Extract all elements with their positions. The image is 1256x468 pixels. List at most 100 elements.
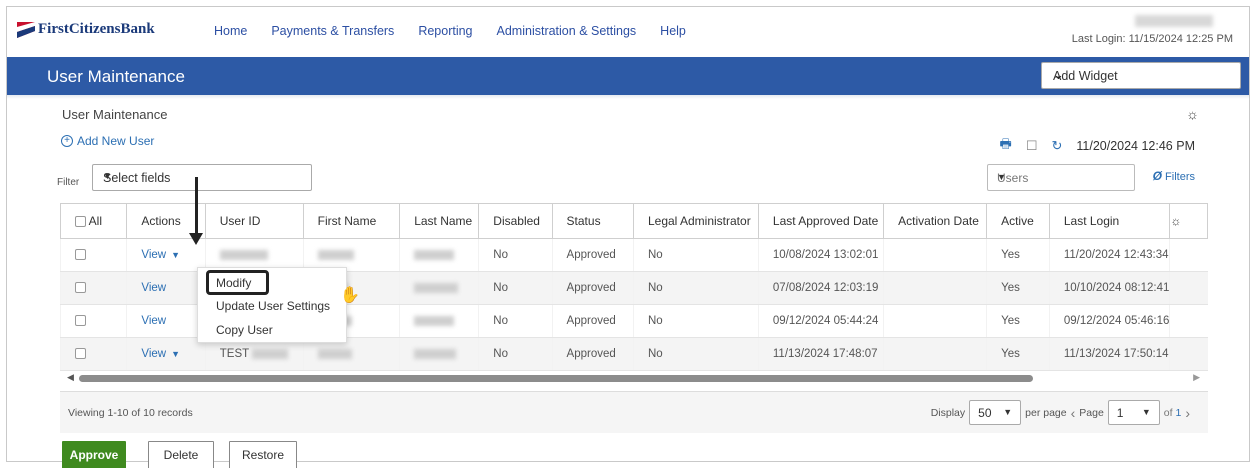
legal-admin-cell: No <box>632 304 759 338</box>
column-settings-gear-icon[interactable]: ☼ <box>1169 203 1208 239</box>
col-active[interactable]: Active <box>986 203 1050 239</box>
actions-caret-icon[interactable]: ▼ <box>171 349 180 359</box>
view-link[interactable]: View <box>141 249 166 261</box>
of-prefix: of <box>1163 406 1173 419</box>
row-checkbox-cell <box>59 271 127 305</box>
logo-text: FirstCitizensBank <box>38 21 155 37</box>
settings-gear-icon[interactable]: ☼ <box>1186 106 1199 122</box>
page-value: 1 <box>1116 406 1124 420</box>
nav-help[interactable]: Help <box>660 24 686 38</box>
table-header-row: All Actions User ID First Name Last Name… <box>59 203 1208 239</box>
status-cell: Approved <box>551 337 634 371</box>
print-icon[interactable]: 🖶 <box>1000 135 1012 157</box>
add-new-user-link[interactable]: + Add New User <box>61 134 154 148</box>
nav-reporting[interactable]: Reporting <box>418 24 472 38</box>
row-checkbox[interactable] <box>75 249 86 261</box>
prev-page-icon[interactable]: ‹ <box>1071 405 1076 421</box>
delete-button[interactable]: Delete <box>148 441 214 468</box>
row-checkbox[interactable] <box>75 282 86 294</box>
toolbar: 🖶 ☐ ↻ 11/20/2024 12:46 PM <box>1000 135 1195 157</box>
add-widget-select[interactable]: Add Widget ⌄ <box>1041 62 1241 89</box>
last-login-cell: 11/20/2024 12:43:34 <box>1048 238 1170 272</box>
refresh-icon[interactable]: ↻ <box>1051 138 1062 154</box>
status-cell: Approved <box>551 271 634 305</box>
chevron-down-icon: ▼ <box>1003 407 1013 417</box>
actions-cell: View <box>126 304 206 338</box>
nav-payments-transfers[interactable]: Payments & Transfers <box>271 24 394 38</box>
legal-admin-cell: No <box>632 238 759 272</box>
scroll-left-arrow-icon[interactable]: ◀ <box>67 372 74 383</box>
app-frame: FirstCitizensBank Home Payments & Transf… <box>6 6 1250 468</box>
disabled-cell: No <box>478 271 553 305</box>
actions-cell: View <box>126 271 206 305</box>
col-last-approved-date[interactable]: Last Approved Date <box>757 203 885 239</box>
filter-fields-select[interactable]: Select fields ▼ <box>92 164 312 191</box>
of-total: 1 <box>1175 406 1182 419</box>
legal-admin-cell: No <box>632 337 759 371</box>
view-link[interactable]: View <box>141 348 166 360</box>
page-header-band: User Maintenance Add Widget ⌄ <box>7 57 1249 95</box>
top-bar: FirstCitizensBank Home Payments & Transf… <box>7 7 1249 57</box>
row-checkbox-cell <box>59 304 127 338</box>
redacted-user-id <box>219 249 268 260</box>
view-link[interactable]: View <box>141 315 166 327</box>
menu-item-copy-user[interactable]: Copy User <box>216 323 273 337</box>
row-checkbox[interactable] <box>75 348 86 360</box>
last-login-cell: 10/10/2024 08:12:41 <box>1048 271 1170 305</box>
col-last-login[interactable]: Last Login <box>1048 203 1171 239</box>
actions-caret-icon[interactable]: ▼ <box>171 250 180 260</box>
annotation-arrow-line <box>195 177 198 235</box>
approve-button[interactable]: Approve <box>62 441 126 468</box>
export-icon[interactable]: ☐ <box>1026 138 1038 154</box>
view-link[interactable]: View <box>141 282 166 294</box>
records-count: Viewing 1-10 of 10 records <box>68 407 193 419</box>
nav-administration-settings[interactable]: Administration & Settings <box>497 24 637 38</box>
last-name-cell <box>399 238 479 272</box>
row-checkbox-cell <box>59 238 127 272</box>
status-cell: Approved <box>551 238 634 272</box>
last-name-cell <box>399 304 479 338</box>
disabled-cell: No <box>478 304 553 338</box>
scroll-right-arrow-icon[interactable]: ▶ <box>1193 372 1200 383</box>
bank-logo[interactable]: FirstCitizensBank <box>17 21 155 38</box>
last-approved-cell: 09/12/2024 05:44:24 <box>757 304 884 338</box>
next-page-icon[interactable]: › <box>1185 405 1190 421</box>
actions-dropdown-menu: Modify Update User Settings Copy User <box>197 267 347 343</box>
section-title: User Maintenance <box>62 107 168 122</box>
col-disabled[interactable]: Disabled <box>478 203 553 239</box>
redacted-last-name <box>414 348 457 359</box>
col-activation-date[interactable]: Activation Date <box>883 203 988 239</box>
horizontal-scrollbar[interactable]: ◀ ▶ <box>63 371 1205 385</box>
page-select[interactable]: 1 ▼ <box>1107 400 1160 425</box>
select-all-checkbox[interactable] <box>75 216 86 228</box>
nav-home[interactable]: Home <box>214 24 247 38</box>
row-checkbox[interactable] <box>75 315 86 327</box>
users-view-select[interactable]: Users ▼ <box>987 164 1135 191</box>
redacted-last-name <box>414 249 455 260</box>
per-page-select[interactable]: 50 ▼ <box>969 400 1022 425</box>
col-status[interactable]: Status <box>551 203 634 239</box>
activation-cell <box>883 238 987 272</box>
redacted-first-name <box>317 249 354 260</box>
chevron-down-icon: ▼ <box>1141 407 1151 417</box>
status-cell: Approved <box>551 304 634 338</box>
col-user-id[interactable]: User ID <box>204 203 304 239</box>
table-footer: Viewing 1-10 of 10 records Display 50 ▼ … <box>60 391 1208 433</box>
actions-cell: View ▼ <box>126 337 206 371</box>
empty-cell <box>1169 304 1208 338</box>
col-first-name[interactable]: First Name <box>302 203 401 239</box>
col-legal-administrator[interactable]: Legal Administrator <box>632 203 759 239</box>
last-approved-cell: 11/13/2024 17:48:07 <box>757 337 884 371</box>
scrollbar-thumb[interactable] <box>79 375 1033 382</box>
filter-off-icon: Ø <box>1152 169 1162 183</box>
col-last-name[interactable]: Last Name <box>399 203 480 239</box>
col-select-all[interactable]: All <box>59 203 128 239</box>
filters-link[interactable]: Ø Filters <box>1153 169 1195 183</box>
menu-item-update-user-settings[interactable]: Update User Settings <box>216 299 330 313</box>
menu-item-modify[interactable]: Modify <box>216 276 251 290</box>
page-title: User Maintenance <box>47 67 185 86</box>
last-login: Last Login: 11/15/2024 12:25 PM <box>1071 33 1233 45</box>
restore-button[interactable]: Restore <box>229 441 297 468</box>
user-name-redacted[interactable] <box>1135 15 1213 27</box>
redacted-first-name <box>317 348 352 359</box>
